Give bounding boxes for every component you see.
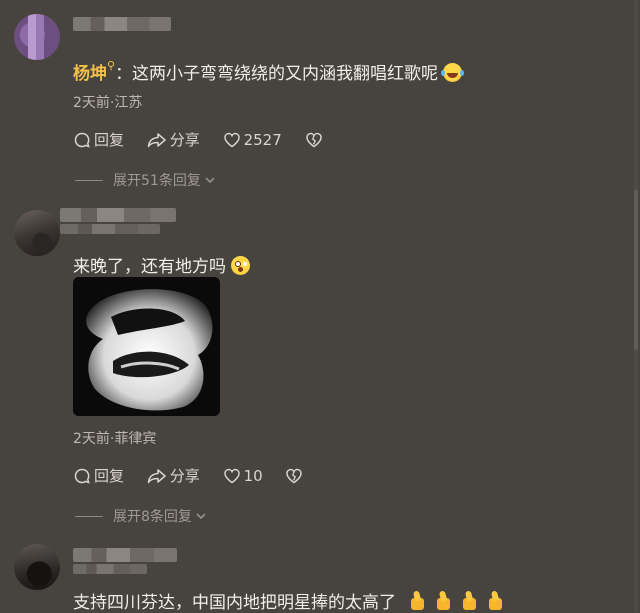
avatar[interactable] [14,14,60,60]
verified-icon: ⚲ [107,59,116,72]
reply-label: 回复 [94,131,125,149]
comment-text: 杨坤⚲：这两小子弯弯绕绕的又内涵我翻唱红歌呢 [73,59,463,84]
reply-button[interactable]: 回复 [73,129,124,150]
comment-actions: 回复 分享 2527 [73,129,344,153]
divider-dash [75,179,103,181]
chevron-down-icon [205,177,215,184]
avatar[interactable] [14,544,60,590]
avatar[interactable] [14,210,60,256]
comment-item: 杨坤⚲：这两小子弯弯绕绕的又内涵我翻唱红歌呢 2天前·江苏 回复 分享 2527… [0,0,630,200]
rolling-laughing-emoji [441,63,463,82]
broken-heart-icon [305,132,322,147]
dislike-button[interactable] [285,467,306,485]
astonished-emoji [231,256,251,275]
like-button[interactable]: 10 [223,467,263,485]
comment-meta: 2天前·江苏 [73,95,143,111]
author-name[interactable]: 杨坤 [73,64,107,84]
like-count: 10 [243,466,263,485]
scrollbar-thumb[interactable] [634,190,638,350]
sticker-graphic [73,277,220,416]
chevron-down-icon [196,513,206,520]
comment-text: 来晚了，还有地方吗 [73,252,251,277]
meme-sticker-image[interactable] [73,277,220,416]
comment-body: 支持四川芬达，中国内地把明星捧的太高了 [73,593,396,613]
blurred-username [73,548,177,562]
blurred-username [60,224,160,234]
comment-body: 来晚了，还有地方吗 [73,257,226,277]
divider-dash [75,515,103,517]
expand-replies-button[interactable]: 展开51条回复 [75,170,216,190]
heart-icon [223,468,240,483]
thumbs-up-emoji [433,591,453,611]
like-count: 2527 [243,130,282,149]
reply-icon [74,132,90,148]
dislike-button[interactable] [305,131,326,149]
reply-icon [74,468,90,484]
comment-meta: 2天前·菲律宾 [73,431,157,447]
like-button[interactable]: 2527 [223,131,282,149]
thumbs-up-emoji [407,591,427,611]
blurred-username [73,564,147,574]
thumbs-up-emoji [485,591,505,611]
expand-replies-label: 展开8条回复 [113,509,192,525]
comment-actions: 回复 分享 10 [73,465,324,489]
broken-heart-icon [286,468,303,483]
expand-replies-label: 展开51条回复 [113,173,201,189]
share-button[interactable]: 分享 [147,465,200,486]
heart-icon [223,132,240,147]
thumbs-up-emoji [459,591,479,611]
share-button[interactable]: 分享 [147,129,200,150]
comment-text: 支持四川芬达，中国内地把明星捧的太高了 [73,588,505,613]
share-icon [147,132,166,147]
blurred-username [73,17,171,31]
share-icon [147,468,166,483]
reply-label: 回复 [94,467,125,485]
share-label: 分享 [169,467,200,485]
blurred-username [60,208,176,222]
expand-replies-button[interactable]: 展开8条回复 [75,506,207,526]
share-label: 分享 [169,131,200,149]
reply-button[interactable]: 回复 [73,465,124,486]
comment-body: ：这两小子弯弯绕绕的又内涵我翻唱红歌呢 [115,64,439,84]
